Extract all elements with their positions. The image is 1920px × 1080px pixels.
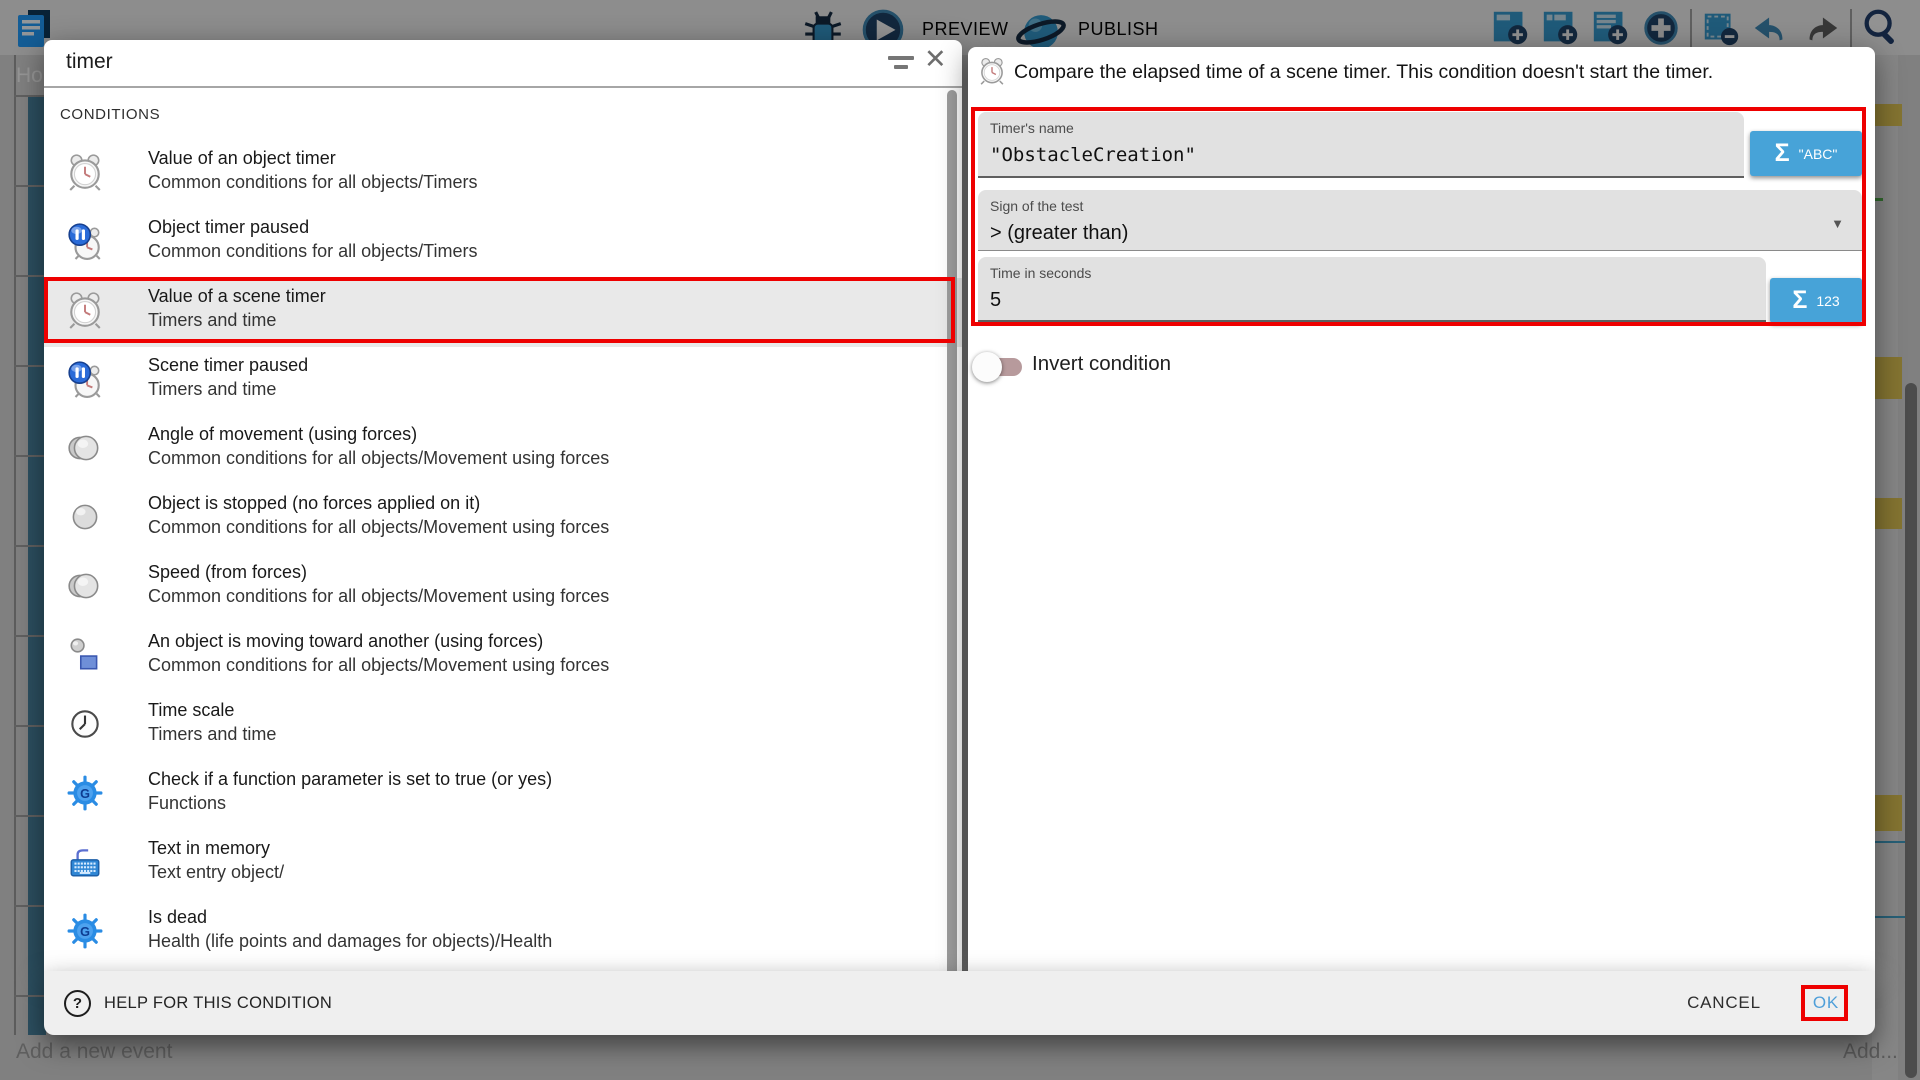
field-value[interactable]: "ObstacleCreation" <box>990 144 1196 166</box>
help-button[interactable]: ? HELP FOR THIS CONDITION <box>64 990 332 1017</box>
item-subtitle: Common conditions for all objects/Moveme… <box>148 515 609 539</box>
list-item-an-object-is-moving-toward-another-using-forces[interactable]: An object is moving toward another (usin… <box>44 623 962 692</box>
item-title: Object timer paused <box>148 215 477 239</box>
cancel-button[interactable]: CANCEL <box>1687 993 1761 1013</box>
question-mark-icon: ? <box>64 990 91 1017</box>
scene-timer-icon <box>978 57 1006 85</box>
list-item-scene-timer-paused[interactable]: Scene timer pausedTimers and time <box>44 347 962 416</box>
field-label: Time in seconds <box>990 265 1091 281</box>
item-subtitle: Common conditions for all objects/Moveme… <box>148 584 609 608</box>
list-item-value-of-an-object-timer[interactable]: Value of an object timerCommon condition… <box>44 140 962 209</box>
field-value[interactable]: 5 <box>990 289 1001 312</box>
list-item-object-timer-paused[interactable]: Object timer pausedCommon conditions for… <box>44 209 962 278</box>
condition-search-panel: timer ✕ CONDITIONS Value of an object ti… <box>44 40 962 971</box>
ball-icon <box>66 498 104 536</box>
item-title: Scene timer paused <box>148 353 308 377</box>
field-label: Sign of the test <box>990 198 1083 214</box>
item-title: Time scale <box>148 698 276 722</box>
item-subtitle: Functions <box>148 791 552 815</box>
timer-icon <box>66 153 104 191</box>
list-item-value-of-a-scene-timer[interactable]: Value of a scene timerTimers and time <box>44 278 962 347</box>
list-item-is-dead[interactable]: G Is deadHealth (life points and damages … <box>44 899 962 968</box>
condition-description: Compare the elapsed time of a scene time… <box>1014 61 1713 84</box>
item-title: Speed (from forces) <box>148 560 609 584</box>
item-subtitle: Text entry object/ <box>148 860 284 884</box>
item-subtitle: Timers and time <box>148 722 276 746</box>
sigma-icon: Σ <box>1792 286 1807 315</box>
ok-button[interactable]: OK <box>1813 993 1839 1013</box>
close-icon[interactable]: ✕ <box>924 46 947 73</box>
item-title: Check if a function parameter is set to … <box>148 767 552 791</box>
svg-text:G: G <box>80 925 90 939</box>
filter-icon[interactable] <box>888 56 914 72</box>
dialog-footer: ? HELP FOR THIS CONDITION CANCEL OK <box>44 971 1875 1035</box>
timers-name-field[interactable]: Timer's name "ObstacleCreation" <box>978 112 1744 178</box>
keyboard-icon <box>66 843 104 881</box>
timer-icon <box>66 291 104 329</box>
item-subtitle: Common conditions for all objects/Timers <box>148 170 477 194</box>
time-in-seconds-field[interactable]: Time in seconds 5 <box>978 257 1766 322</box>
chevron-down-icon[interactable]: ▼ <box>1831 216 1844 231</box>
number-expression-button[interactable]: Σ 123 <box>1770 278 1862 323</box>
list-item-check-if-a-function-parameter-is-set-to-true-or-yes[interactable]: G Check if a function parameter is set to… <box>44 761 962 830</box>
list-item-angle-of-movement-using-forces[interactable]: Angle of movement (using forces)Common c… <box>44 416 962 485</box>
svg-text:G: G <box>80 787 90 801</box>
timer-paused-icon <box>66 222 104 260</box>
conditions-list: Value of an object timerCommon condition… <box>44 140 962 968</box>
force-icon <box>66 567 104 605</box>
timer-paused-icon <box>66 360 104 398</box>
field-value[interactable]: > (greater than) <box>990 222 1128 245</box>
item-subtitle: Timers and time <box>148 377 308 401</box>
item-title: Value of an object timer <box>148 146 477 170</box>
list-item-text-in-memory[interactable]: Text in memoryText entry object/ <box>44 830 962 899</box>
list-item-speed-from-forces[interactable]: Speed (from forces)Common conditions for… <box>44 554 962 623</box>
field-label: Timer's name <box>990 120 1074 136</box>
item-title: An object is moving toward another (usin… <box>148 629 609 653</box>
item-title: Object is stopped (no forces applied on … <box>148 491 609 515</box>
item-subtitle: Common conditions for all objects/Moveme… <box>148 653 609 677</box>
list-item-object-is-stopped-no-forces-applied-on-it[interactable]: Object is stopped (no forces applied on … <box>44 485 962 554</box>
item-subtitle: Common conditions for all objects/Timers <box>148 239 477 263</box>
search-input[interactable]: timer <box>66 50 113 74</box>
list-item-time-scale[interactable]: Time scaleTimers and time <box>44 692 962 761</box>
sign-of-test-select[interactable]: Sign of the test > (greater than) ▼ <box>978 190 1862 251</box>
string-expression-button[interactable]: Σ "ABC" <box>1750 131 1862 176</box>
gear-icon: G <box>66 912 104 950</box>
force-icon <box>66 429 104 467</box>
condition-editor-panel: Compare the elapsed time of a scene time… <box>968 47 1875 971</box>
item-subtitle: Health (life points and damages for obje… <box>148 929 552 953</box>
sigma-icon: Σ <box>1775 139 1790 168</box>
invert-condition-label: Invert condition <box>1032 352 1171 376</box>
item-title: Value of a scene timer <box>148 284 326 308</box>
toggle-knob[interactable] <box>972 352 1002 382</box>
item-title: Text in memory <box>148 836 284 860</box>
clock-icon <box>66 705 104 743</box>
divider <box>44 86 962 88</box>
move-toward-icon <box>66 636 104 674</box>
gear-icon: G <box>66 774 104 812</box>
conditions-section-label: CONDITIONS <box>60 106 160 123</box>
item-subtitle: Common conditions for all objects/Moveme… <box>148 446 609 470</box>
item-subtitle: Timers and time <box>148 308 326 332</box>
list-scrollbar[interactable] <box>947 90 957 1002</box>
item-title: Angle of movement (using forces) <box>148 422 609 446</box>
item-title: Is dead <box>148 905 552 929</box>
